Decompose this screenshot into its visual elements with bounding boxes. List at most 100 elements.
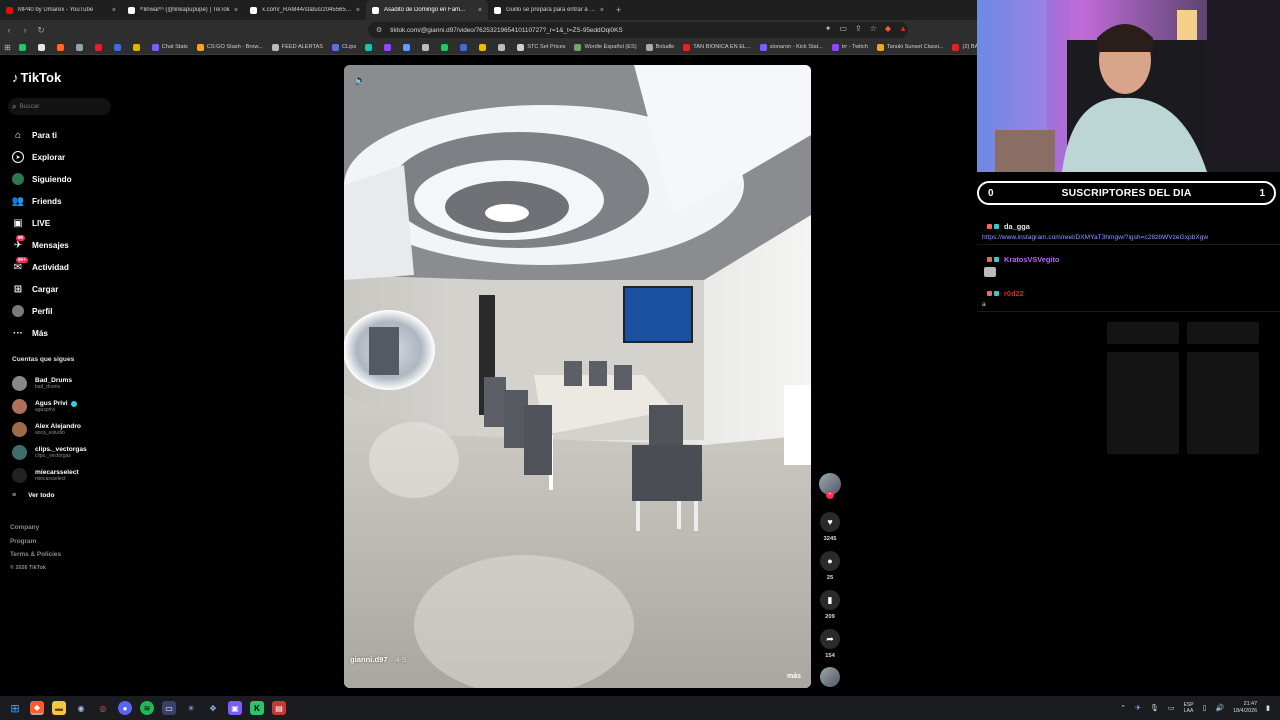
bookmark-item[interactable]: Tanuki Sunset Classi... — [876, 43, 943, 51]
nav-item[interactable]: 👥 Friends — [12, 190, 72, 212]
extensions-icon[interactable]: ✦ — [825, 24, 832, 33]
bookmark-item[interactable] — [365, 43, 375, 51]
bookmark-item[interactable] — [37, 43, 48, 51]
volume-tray-icon[interactable]: 🔊 — [1215, 704, 1224, 712]
bookmark-item[interactable]: CS:GO Stash - Brow... — [196, 43, 263, 51]
chrome-icon[interactable]: ◎ — [96, 701, 110, 715]
stream-app-icon[interactable]: ▤ — [272, 701, 286, 715]
share-button[interactable]: ➦ 154 — [816, 629, 844, 659]
bookmark-item[interactable] — [56, 43, 67, 51]
bookmark-item[interactable]: Wordle Español (ES) — [574, 43, 637, 51]
bookmark-item[interactable] — [384, 43, 394, 51]
sound-button[interactable] — [816, 667, 844, 687]
bookmark-item[interactable]: (2) BARRA — [952, 43, 977, 51]
bookmark-item[interactable] — [94, 43, 105, 51]
bookmark-item[interactable] — [479, 43, 489, 51]
share-icon[interactable]: ⇪ — [855, 24, 862, 33]
url-text[interactable]: tiktok.com/@gianni.d97/video/76253219654… — [390, 27, 622, 34]
footer-link-program[interactable]: Program — [10, 538, 61, 552]
tab-close-icon[interactable]: × — [112, 7, 116, 14]
footer-link-company[interactable]: Company — [10, 524, 61, 538]
twitch-app-icon[interactable]: ▣ — [228, 701, 242, 715]
followed-account[interactable]: Alex Alejandro aoca_estudio — [12, 418, 87, 441]
followed-account[interactable]: Agus Privi agusprivi — [12, 395, 87, 418]
bookmark-item[interactable]: trr - Twitch — [831, 43, 868, 51]
author-name[interactable]: gianni.d97 — [350, 655, 388, 664]
volume-icon[interactable]: 🔈 — [354, 75, 366, 86]
bookmark-item[interactable] — [441, 43, 451, 51]
nav-item[interactable]: Siguiendo — [12, 168, 72, 190]
browser-tab[interactable]: Asadito de Domingo en Fam... × — [366, 0, 488, 20]
browser-tab[interactable]: Guillo se prepara para entrar a la cas..… — [488, 0, 610, 20]
browser-tab[interactable]: x.com/_RAM44/status/20455659136... × — [244, 0, 366, 20]
chat-username[interactable]: da_gga — [1004, 222, 1030, 231]
bookmark-item[interactable]: FEED ALERTAS — [271, 43, 323, 51]
tab-close-icon[interactable]: × — [234, 7, 238, 14]
bookmark-star-icon[interactable]: ☆ — [870, 24, 877, 33]
bookmark-item[interactable]: CLips — [331, 43, 356, 51]
comment-icon[interactable]: ● — [820, 551, 840, 571]
heart-icon[interactable]: ♥ — [820, 512, 840, 532]
network-icon[interactable]: ▯ — [1203, 704, 1207, 712]
bookmark-item[interactable]: STC Set Prices — [517, 43, 565, 51]
site-info-icon[interactable]: ⚙ — [376, 26, 382, 34]
chat-link[interactable]: https://www.instagram.com/reel/DXMYaT3hm… — [977, 234, 1280, 245]
like-button[interactable]: ♥ 3245 — [816, 512, 844, 542]
bookmark-icon[interactable]: ▮ — [820, 590, 840, 610]
bookmark-item[interactable] — [113, 43, 124, 51]
bookmark-item[interactable] — [460, 43, 470, 51]
apps-grid-icon[interactable]: ⊞ — [4, 43, 11, 52]
nav-item[interactable]: ➤ Explorar — [12, 146, 72, 168]
spotify-icon[interactable]: ≋ — [140, 701, 154, 715]
see-all-button[interactable]: ≡ Ver todo — [12, 492, 54, 499]
footer-link-terms[interactable]: Terms & Policies — [10, 551, 61, 565]
language-indicator[interactable]: ESP LAA — [1184, 702, 1194, 714]
brave-shield-icon[interactable]: ◆ — [885, 24, 891, 33]
chat-username[interactable]: KratosVSVegito — [1004, 255, 1059, 264]
windows-start-icon[interactable]: ⊞ — [8, 701, 22, 715]
browser-tab[interactable]: MP40 by Umarex - YouTube × — [0, 0, 122, 20]
microphone-icon[interactable]: 🎙 — [1150, 704, 1159, 712]
see-more-button[interactable]: más — [787, 673, 801, 680]
creator-avatar-button[interactable]: + — [816, 473, 844, 499]
file-explorer-icon[interactable]: ▬ — [52, 701, 66, 715]
video-author[interactable]: gianni.d97 · 4-5 — [350, 655, 406, 664]
followed-account[interactable]: clips._vectorgas clips._vectorgas — [12, 441, 87, 464]
bookmark-item[interactable] — [498, 43, 508, 51]
new-tab-button[interactable]: + — [616, 5, 621, 15]
nav-item[interactable]: ⌂ Para ti — [12, 124, 72, 146]
bookmark-item[interactable] — [75, 43, 86, 51]
search-box[interactable]: ⌕ — [8, 98, 111, 115]
bookmark-item[interactable]: Boludle — [645, 43, 674, 51]
tab-close-icon[interactable]: × — [478, 7, 482, 14]
more-options-icon[interactable]: ··· — [786, 73, 799, 84]
video-player[interactable]: 🔈 ··· gianni.d97 · 4-5 más — [344, 65, 811, 688]
steam-icon[interactable]: ◉ — [74, 701, 88, 715]
bookmark-item[interactable]: TAN BIONICA EN EL... — [683, 43, 751, 51]
bookmark-item[interactable]: sionaron - Kick Stat... — [759, 43, 823, 51]
network-app-icon[interactable]: ✥ — [206, 701, 220, 715]
followed-account[interactable]: miecarsselect miecarsselect — [12, 464, 87, 487]
discord-icon[interactable]: ● — [118, 701, 132, 715]
app-icon[interactable]: ✳ — [184, 701, 198, 715]
browser-tab[interactable]: ᵒᵗlinwarᵉⁿ (@linkapupupe) | TikTok × — [122, 0, 244, 20]
tray-app-icon[interactable]: ✈ — [1135, 704, 1141, 712]
display-icon[interactable]: ▭ — [1168, 704, 1175, 712]
save-button[interactable]: ▮ 209 — [816, 590, 844, 620]
sound-disc-icon[interactable] — [820, 667, 840, 687]
brave-browser-icon[interactable]: ◆ — [30, 701, 44, 715]
back-icon[interactable]: ‹ — [2, 25, 16, 35]
tab-close-icon[interactable]: × — [356, 7, 360, 14]
nav-item[interactable]: ✈ 99 Mensajes — [12, 234, 72, 256]
followed-account[interactable]: Bad_Drums bad_drums — [12, 372, 87, 395]
bookmark-item[interactable] — [18, 43, 29, 51]
nav-item[interactable]: ··· Más — [12, 322, 72, 344]
bookmark-item[interactable] — [403, 43, 413, 51]
reload-icon[interactable]: ↻ — [34, 25, 48, 36]
notifications-icon[interactable]: ▮ — [1266, 704, 1270, 712]
nav-item[interactable]: ✉ 99+ Actividad — [12, 256, 72, 278]
obs-icon[interactable]: ▭ — [162, 701, 176, 715]
follow-plus-icon[interactable]: + — [826, 491, 834, 499]
bookmark-item[interactable]: Chat Stats — [151, 43, 188, 51]
share-arrow-icon[interactable]: ➦ — [820, 629, 840, 649]
